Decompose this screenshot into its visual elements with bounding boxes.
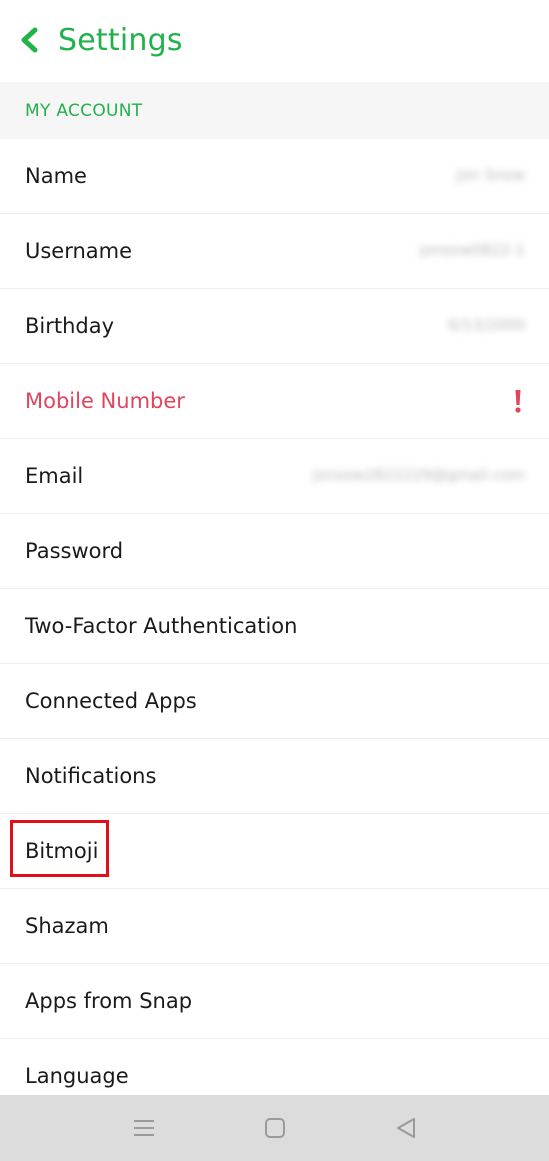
settings-row-shazam[interactable]: Shazam <box>0 889 549 964</box>
settings-row-password[interactable]: Password <box>0 514 549 589</box>
row-label: Password <box>25 539 124 563</box>
settings-row-username[interactable]: Username jonsow0822-1 <box>0 214 549 289</box>
settings-row-apps-from-snap[interactable]: Apps from Snap <box>0 964 549 1039</box>
row-value: jonsow2822229@gmail.com <box>312 466 525 484</box>
section-header: MY ACCOUNT <box>0 82 549 139</box>
section-label: MY ACCOUNT <box>25 101 143 121</box>
settings-row-notifications[interactable]: Notifications <box>0 739 549 814</box>
row-label: Two-Factor Authentication <box>25 614 298 638</box>
settings-row-mobile-number[interactable]: Mobile Number <box>0 364 549 439</box>
row-value: jonsow0822-1 <box>419 241 525 259</box>
row-label: Email <box>25 464 84 488</box>
home-square-icon[interactable] <box>262 1115 288 1141</box>
highlight-box <box>10 820 109 877</box>
row-value: 6/13/2000 <box>448 316 525 334</box>
settings-list: Name Jon Snow Username jonsow0822-1 Birt… <box>0 139 549 1114</box>
settings-row-connected-apps[interactable]: Connected Apps <box>0 664 549 739</box>
row-label: Notifications <box>25 764 157 788</box>
exclamation-icon <box>515 390 521 413</box>
row-label: Username <box>25 239 133 263</box>
row-label: Name <box>25 164 87 188</box>
row-label: Mobile Number <box>25 389 185 413</box>
back-triangle-icon[interactable] <box>393 1115 419 1141</box>
settings-row-email[interactable]: Email jonsow2822229@gmail.com <box>0 439 549 514</box>
app-header: Settings <box>0 0 549 82</box>
system-nav-bar <box>0 1095 549 1161</box>
row-label: Apps from Snap <box>25 989 193 1013</box>
row-label: Connected Apps <box>25 689 197 713</box>
row-value: Jon Snow <box>456 166 525 184</box>
settings-row-birthday[interactable]: Birthday 6/13/2000 <box>0 289 549 364</box>
page-title: Settings <box>58 23 183 58</box>
settings-row-name[interactable]: Name Jon Snow <box>0 139 549 214</box>
settings-row-two-factor[interactable]: Two-Factor Authentication <box>0 589 549 664</box>
row-label: Language <box>25 1064 129 1088</box>
row-label: Birthday <box>25 314 115 338</box>
chevron-left-icon[interactable] <box>18 27 40 53</box>
menu-icon[interactable] <box>131 1115 157 1141</box>
row-label: Shazam <box>25 914 109 938</box>
